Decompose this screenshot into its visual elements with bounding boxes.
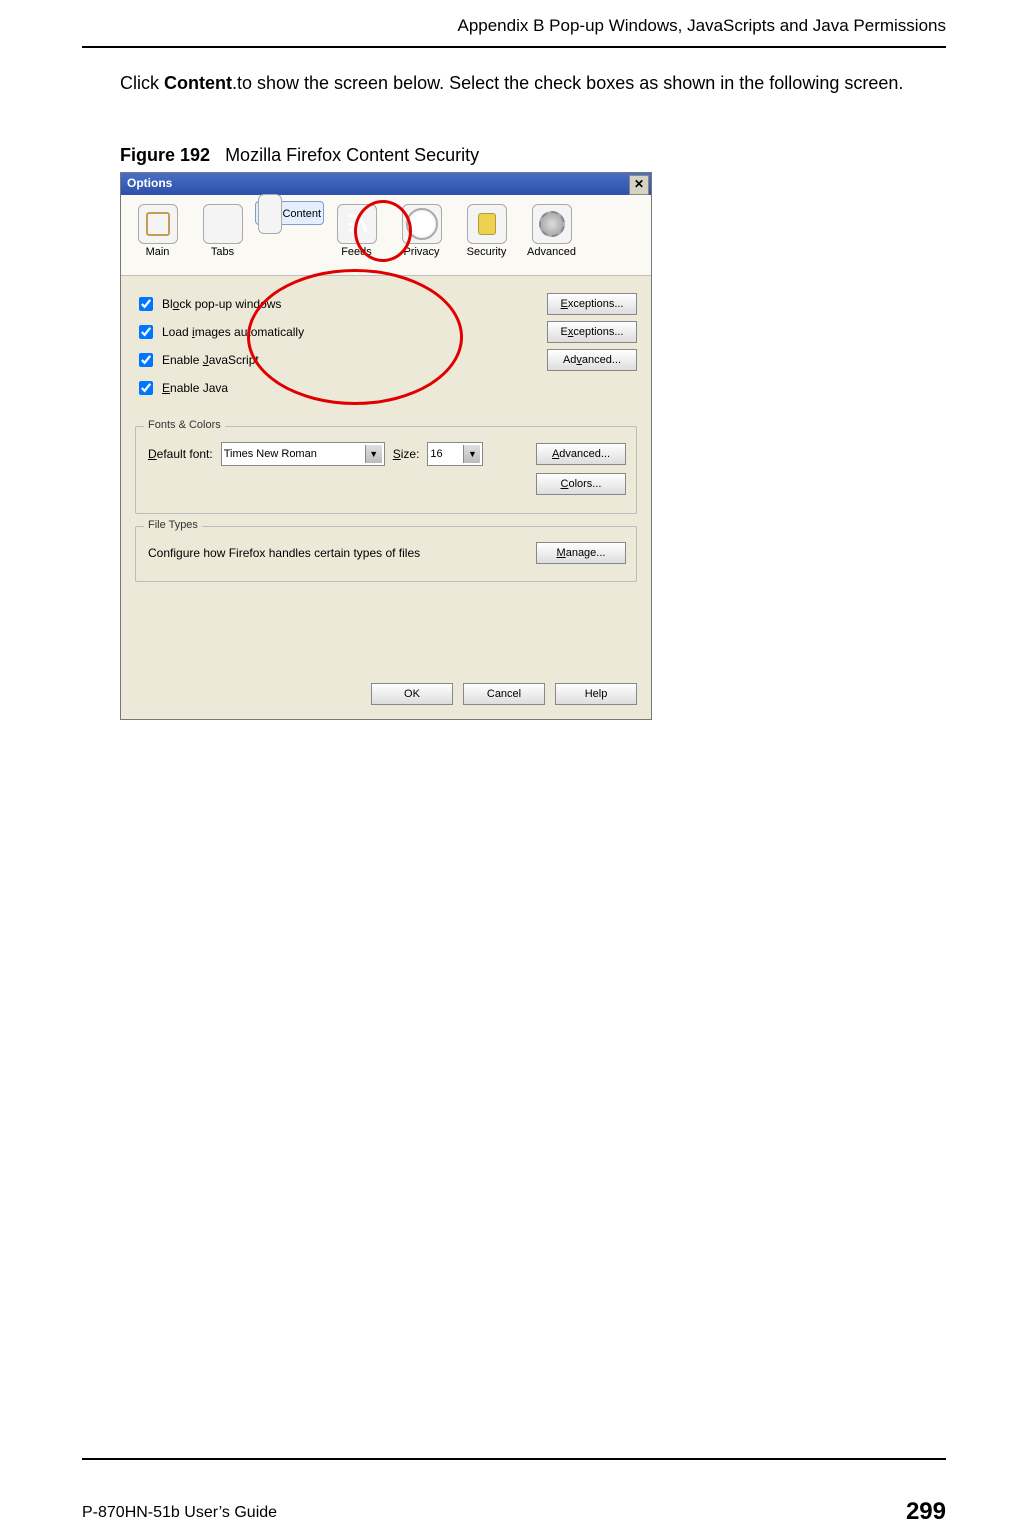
tabs-icon — [203, 204, 243, 244]
chevron-down-icon: ▼ — [463, 445, 480, 463]
main-icon — [138, 204, 178, 244]
select-value: Times New Roman — [224, 448, 317, 460]
default-font-label: Default font: — [148, 447, 213, 461]
toolbar: Main Tabs Content Feeds Privacy Security… — [121, 195, 651, 276]
cancel-button[interactable]: Cancel — [463, 683, 545, 705]
dialog-footer: OK Cancel Help — [371, 683, 637, 705]
group-legend: Fonts & Colors — [144, 419, 225, 431]
tab-feeds[interactable]: Feeds — [324, 201, 389, 267]
colors-button[interactable]: Colors... — [536, 473, 626, 495]
intro-pre: Click — [120, 73, 164, 93]
tab-label: Content — [282, 208, 321, 220]
security-icon — [467, 204, 507, 244]
check-label: Enable JavaScript — [162, 353, 259, 367]
exceptions-button[interactable]: Exceptions... — [547, 321, 637, 343]
row-load-images: Load images automatically Exceptions... — [135, 320, 637, 344]
check-load-images[interactable]: Load images automatically — [135, 322, 304, 342]
fonts-advanced-button[interactable]: Advanced... — [536, 443, 626, 465]
feeds-icon — [337, 204, 377, 244]
options-dialog: Options ✕ Main Tabs Content Feeds Privac… — [120, 172, 652, 720]
check-label: Load images automatically — [162, 325, 304, 339]
figure-number: Figure 192 — [120, 145, 210, 165]
privacy-icon — [402, 204, 442, 244]
row-enable-java: Enable Java — [135, 376, 637, 400]
advanced-icon — [532, 204, 572, 244]
figure-title: Mozilla Firefox Content Security — [225, 145, 479, 165]
tab-tabs[interactable]: Tabs — [190, 201, 255, 267]
page-footer: P-870HN-51b User’s Guide 299 — [82, 1458, 946, 1494]
checkbox[interactable] — [139, 381, 153, 395]
select-value: 16 — [430, 448, 442, 460]
chevron-down-icon: ▼ — [365, 445, 382, 463]
tab-label: Privacy — [390, 246, 453, 258]
page-header: Appendix B Pop-up Windows, JavaScripts a… — [82, 16, 946, 48]
tab-label: Advanced — [520, 246, 583, 258]
check-label: Enable Java — [162, 381, 228, 395]
checkbox[interactable] — [139, 297, 153, 311]
group-legend: File Types — [144, 519, 202, 531]
titlebar: Options ✕ — [121, 173, 651, 195]
tab-privacy[interactable]: Privacy — [389, 201, 454, 267]
tab-label: Tabs — [191, 246, 254, 258]
file-types-desc: Configure how Firefox handles certain ty… — [148, 546, 420, 560]
footer-guide: P-870HN-51b User’s Guide — [82, 1504, 277, 1522]
titlebar-text: Options — [121, 173, 178, 193]
checkbox[interactable] — [139, 353, 153, 367]
tab-main[interactable]: Main — [125, 201, 190, 267]
intro-bold: Content — [164, 73, 232, 93]
check-label: Block pop-up windows — [162, 297, 281, 311]
check-enable-javascript[interactable]: Enable JavaScript — [135, 350, 259, 370]
ok-button[interactable]: OK — [371, 683, 453, 705]
size-select[interactable]: 16 ▼ — [427, 442, 483, 466]
footer-page-number: 299 — [906, 1498, 946, 1526]
checkbox[interactable] — [139, 325, 153, 339]
panels: Block pop-up windows Exceptions... Load … — [121, 276, 651, 582]
appendix-title: Appendix B Pop-up Windows, JavaScripts a… — [457, 16, 946, 36]
exceptions-button[interactable]: Exceptions... — [547, 293, 637, 315]
figure-caption: Figure 192 Mozilla Firefox Content Secur… — [120, 145, 479, 166]
row-enable-js: Enable JavaScript Advanced... — [135, 348, 637, 372]
content-icon — [258, 194, 282, 234]
size-label: Size: — [393, 447, 420, 461]
tab-label: Security — [455, 246, 518, 258]
check-enable-java[interactable]: Enable Java — [135, 378, 228, 398]
tab-security[interactable]: Security — [454, 201, 519, 267]
instruction-text: Click Content.to show the screen below. … — [120, 70, 908, 97]
check-block-popup[interactable]: Block pop-up windows — [135, 294, 281, 314]
file-types-group: File Types Configure how Firefox handles… — [135, 526, 637, 582]
default-font-select[interactable]: Times New Roman ▼ — [221, 442, 385, 466]
close-button[interactable]: ✕ — [629, 175, 649, 195]
advanced-button[interactable]: Advanced... — [547, 349, 637, 371]
content-checks: Block pop-up windows Exceptions... Load … — [135, 292, 637, 410]
tab-content[interactable]: Content — [255, 201, 324, 225]
fonts-colors-group: Fonts & Colors Default font: Times New R… — [135, 426, 637, 514]
intro-post: .to show the screen below. Select the ch… — [232, 73, 903, 93]
row-file-types: Configure how Firefox handles certain ty… — [148, 541, 626, 565]
tab-label: Main — [126, 246, 189, 258]
row-default-font: Default font: Times New Roman ▼ Size: 16 ▼… — [148, 441, 626, 467]
help-button[interactable]: Help — [555, 683, 637, 705]
row-colors: Colors... — [148, 471, 626, 497]
row-block-popup: Block pop-up windows Exceptions... — [135, 292, 637, 316]
manage-button[interactable]: Manage... — [536, 542, 626, 564]
tab-advanced[interactable]: Advanced — [519, 201, 584, 267]
tab-label: Feeds — [325, 246, 388, 258]
